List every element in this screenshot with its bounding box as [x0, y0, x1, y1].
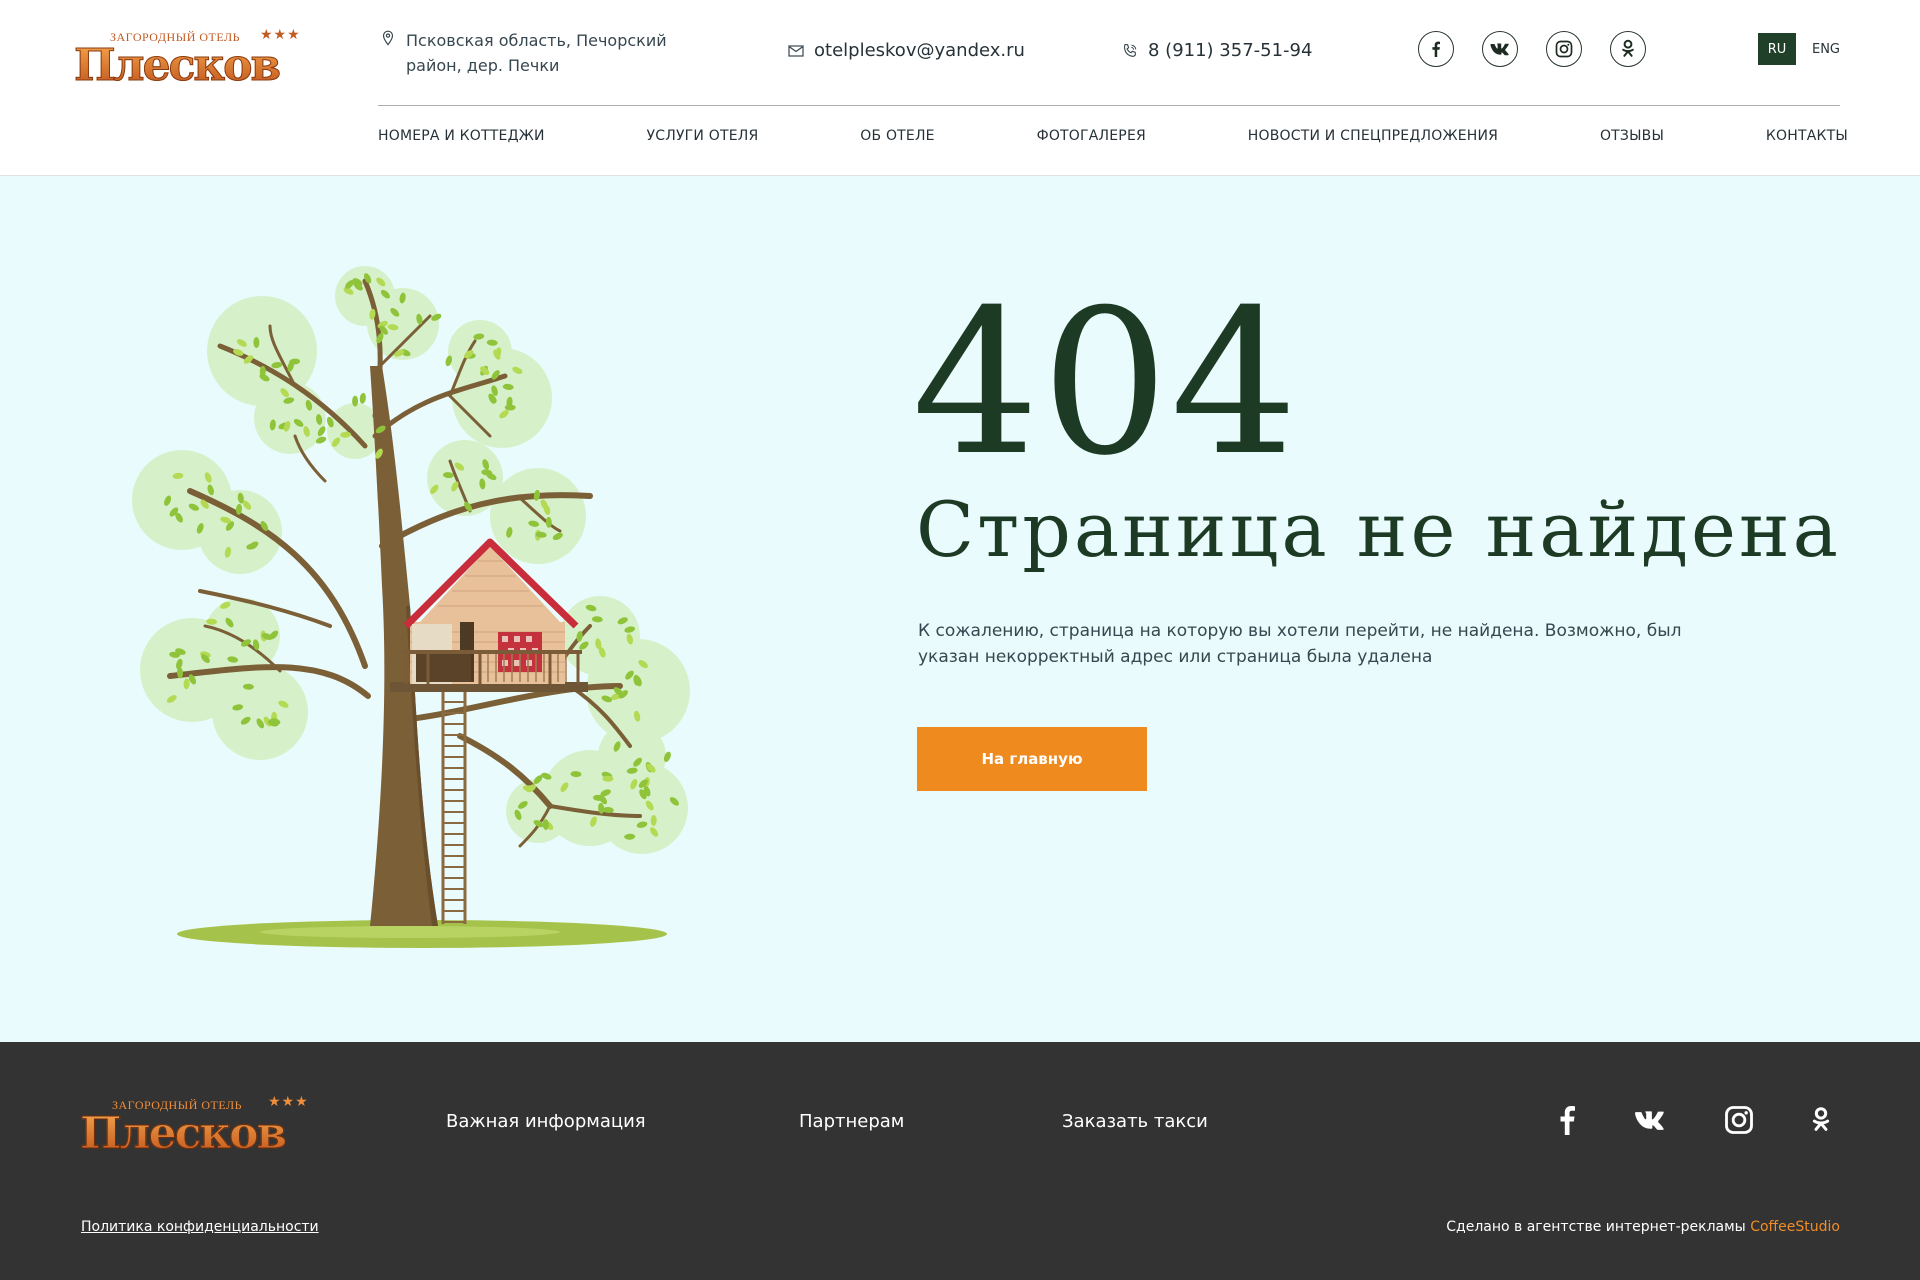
leaf — [352, 395, 359, 407]
address: Псковская область, Печорский район, дер.… — [380, 28, 667, 78]
footer-odnoklassniki-button[interactable] — [1810, 1105, 1832, 1135]
instagram-icon — [1555, 40, 1573, 58]
leaf — [359, 392, 366, 404]
phone-icon — [1124, 43, 1137, 57]
site-footer: ЗАГОРОДНЫЙ ОТЕЛЬ ★★★ Плесков Важная инфо… — [0, 1042, 1920, 1280]
footer-logo-name: Плесков — [79, 1108, 287, 1159]
footer-logo[interactable]: ЗАГОРОДНЫЙ ОТЕЛЬ ★★★ Плесков — [79, 1090, 310, 1162]
nav-contacts[interactable]: КОНТАКТЫ — [1766, 128, 1848, 144]
facebook-button[interactable] — [1418, 31, 1454, 67]
odnoklassniki-button[interactable] — [1610, 31, 1646, 67]
address-text: Псковская область, Печорский район, дер.… — [406, 28, 667, 78]
footer-link-partners[interactable]: Партнерам — [799, 1111, 904, 1132]
vk-button[interactable] — [1482, 31, 1518, 67]
agency-credit: Сделано в агентстве интернет-рекламы Cof… — [1446, 1219, 1840, 1235]
lang-en-button[interactable]: ENG — [1806, 33, 1846, 65]
nav-news[interactable]: НОВОСТИ И СПЕЦПРЕДЛОЖЕНИЯ — [1248, 128, 1498, 144]
hotel-logo[interactable]: ЗАГОРОДНЫЙ ОТЕЛЬ ★★★ Плесков — [73, 22, 304, 94]
footer-socials — [1558, 1105, 1832, 1135]
footer-facebook-button[interactable] — [1558, 1105, 1576, 1135]
nav-gallery[interactable]: ФОТОГАЛЕРЕЯ — [1037, 128, 1146, 144]
error-description: К сожалению, страница на которую вы хоте… — [918, 621, 1682, 667]
email-text: otelpleskov@yandex.ru — [814, 40, 1025, 61]
footer-instagram-button[interactable] — [1724, 1105, 1754, 1135]
facebook-icon — [1432, 41, 1440, 57]
odnoklassniki-icon — [1812, 1107, 1830, 1131]
facebook-icon — [1560, 1106, 1575, 1135]
nav-services[interactable]: УСЛУГИ ОТЕЛЯ — [647, 128, 759, 144]
vk-icon — [1490, 43, 1509, 56]
treehouse-illustration — [132, 266, 690, 948]
site-header: ЗАГОРОДНЫЙ ОТЕЛЬ ★★★ Плесков Псковская о… — [0, 0, 1920, 176]
address-line-2: район, дер. Печки — [406, 56, 560, 75]
vk-icon — [1635, 1111, 1664, 1130]
footer-vk-button[interactable] — [1632, 1109, 1668, 1131]
phone-text: 8 (911) 357-51-94 — [1148, 40, 1313, 61]
email-link[interactable]: otelpleskov@yandex.ru — [788, 40, 1025, 61]
main-nav: НОМЕРА И КОТТЕДЖИ УСЛУГИ ОТЕЛЯ ОБ ОТЕЛЕ … — [378, 128, 1848, 144]
agency-link[interactable]: CoffeeStudio — [1750, 1219, 1840, 1235]
location-pin-icon — [382, 30, 394, 46]
address-line-1: Псковская область, Печорский — [406, 31, 667, 50]
error-section: 404 Страница не найдена К сожалению, стр… — [0, 176, 1920, 1042]
odnoklassniki-icon — [1622, 39, 1634, 57]
leaf — [504, 404, 516, 411]
footer-link-taxi[interactable]: Заказать такси — [1062, 1111, 1208, 1132]
credit-text: Сделано в агентстве интернет-рекламы — [1446, 1219, 1751, 1235]
nav-rooms[interactable]: НОМЕРА И КОТТЕДЖИ — [378, 128, 545, 144]
error-title: Страница не найдена — [916, 485, 1841, 574]
header-socials — [1418, 31, 1646, 67]
instagram-icon — [1725, 1106, 1753, 1134]
leaf — [253, 337, 260, 348]
home-button[interactable]: На главную — [917, 727, 1147, 791]
privacy-policy-link[interactable]: Политика конфиденциальности — [81, 1219, 319, 1235]
instagram-button[interactable] — [1546, 31, 1582, 67]
nav-reviews[interactable]: ОТЗЫВЫ — [1600, 128, 1664, 144]
logo-name: Плесков — [73, 40, 281, 91]
footer-link-important-info[interactable]: Важная информация — [446, 1111, 646, 1132]
header-divider — [378, 105, 1840, 106]
nav-about[interactable]: ОБ ОТЕЛЕ — [860, 128, 934, 144]
envelope-icon — [788, 45, 804, 57]
lang-ru-button[interactable]: RU — [1758, 33, 1796, 65]
error-code: 404 — [912, 267, 1300, 500]
phone-link[interactable]: 8 (911) 357-51-94 — [1122, 40, 1312, 61]
